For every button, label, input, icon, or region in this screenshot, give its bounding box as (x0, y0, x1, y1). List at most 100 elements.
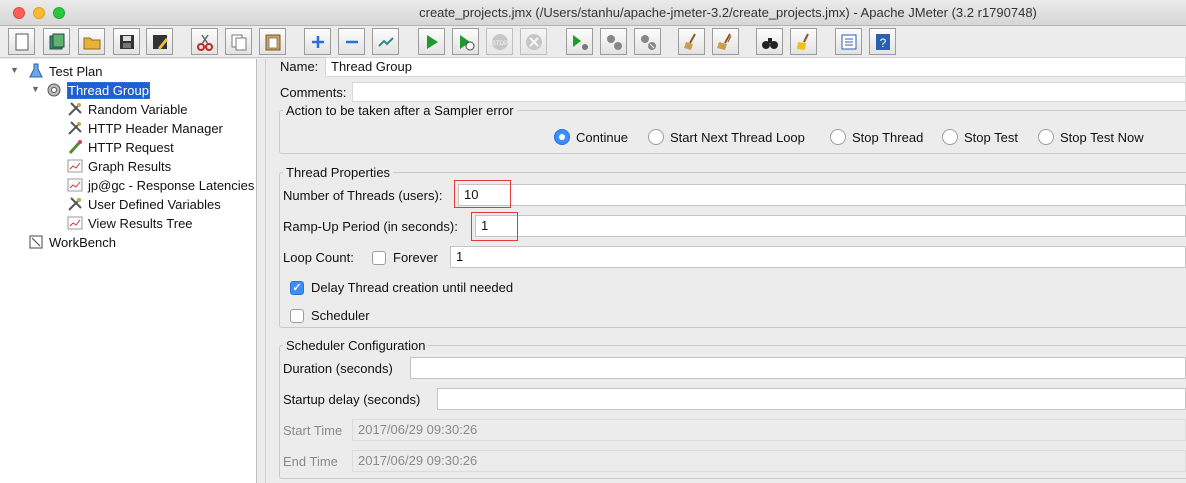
radio-label: Start Next Thread Loop (670, 129, 805, 145)
end-time-label: End Time (283, 454, 338, 469)
radio-stop-test-now[interactable]: Stop Test Now (1038, 129, 1144, 145)
play-no-timers-icon[interactable] (452, 28, 479, 55)
remote-start-icon[interactable] (566, 28, 593, 55)
checkbox-box (290, 308, 304, 323)
threads-input[interactable]: 10 (458, 184, 1186, 206)
play-icon[interactable] (418, 28, 445, 55)
save-icon[interactable] (113, 28, 140, 55)
function-list-icon[interactable] (835, 28, 862, 55)
checkmark-icon: ✓ (290, 280, 304, 295)
thread-properties-title: Thread Properties (283, 165, 394, 180)
radio-stop-thread[interactable]: Stop Thread (830, 129, 923, 145)
radio-label: Stop Thread (852, 129, 924, 145)
tree-node-label: HTTP Request (88, 139, 174, 155)
comments-label: Comments: (280, 85, 347, 100)
expand-thread-group-toggle[interactable]: ▼ (31, 84, 41, 94)
tree-node-random-variable[interactable]: Random Variable (66, 100, 187, 118)
loop-count-label: Loop Count: (283, 250, 354, 265)
test-plan-tree: ▼ Test Plan ▼ Thread Group Random Variab… (0, 59, 257, 483)
title-bar: create_projects.jmx (/Users/stanhu/apach… (0, 0, 1186, 26)
radio-start-next-thread-loop[interactable]: Start Next Thread Loop (648, 129, 805, 145)
binoculars-icon[interactable] (756, 28, 783, 55)
minus-icon[interactable] (338, 28, 365, 55)
radio-stop-test[interactable]: Stop Test (942, 129, 1018, 145)
wrench-icon (66, 120, 84, 136)
tree-node-label: View Results Tree (88, 215, 193, 231)
plus-icon[interactable] (304, 28, 331, 55)
radio-label: Stop Test Now (1060, 129, 1144, 145)
tree-node-http-header-manager[interactable]: HTTP Header Manager (66, 119, 223, 137)
templates-icon[interactable] (43, 28, 70, 55)
tree-node-view-results-tree[interactable]: View Results Tree (66, 214, 193, 232)
paste-icon[interactable] (259, 28, 286, 55)
radio-continue[interactable]: Continue (554, 129, 628, 145)
graph-icon (66, 215, 84, 231)
loop-count-input[interactable]: 1 (450, 246, 1186, 268)
highlight-rampup-box (471, 212, 518, 241)
delay-thread-creation-checkbox[interactable]: ✓ Delay Thread creation until needed (290, 280, 513, 295)
main-toolbar: STOP ? (0, 26, 1186, 58)
end-time-input[interactable]: 2017/06/29 09:30:26 (352, 450, 1186, 472)
name-input[interactable]: Thread Group (325, 57, 1186, 77)
tree-node-label: User Defined Variables (88, 196, 221, 212)
checkbox-box (372, 250, 386, 265)
radio-indicator (942, 129, 958, 145)
tree-node-user-defined-variables[interactable]: User Defined Variables (66, 195, 221, 213)
rampup-label: Ramp-Up Period (in seconds): (283, 219, 458, 234)
comments-input[interactable] (352, 82, 1186, 102)
tree-node-label: jp@gc - Response Latencies (88, 177, 255, 193)
window-title: create_projects.jmx (/Users/stanhu/apach… (419, 5, 1037, 20)
wrench-icon (66, 196, 84, 212)
new-document-icon[interactable] (8, 28, 35, 55)
startup-delay-label: Startup delay (seconds) (283, 392, 421, 407)
save-as-icon[interactable] (146, 28, 173, 55)
flask-icon (27, 63, 45, 79)
shutdown-icon[interactable] (520, 28, 547, 55)
remote-stop-icon[interactable] (600, 28, 627, 55)
duration-label: Duration (seconds) (283, 361, 393, 376)
tree-node-thread-group[interactable]: Thread Group (45, 81, 150, 99)
panel-divider (265, 59, 266, 483)
radio-label: Stop Test (964, 129, 1018, 145)
duration-input[interactable] (410, 357, 1186, 379)
copy-icon[interactable] (225, 28, 252, 55)
forever-checkbox[interactable]: Forever (372, 250, 438, 265)
tree-node-label: Test Plan (49, 63, 103, 79)
svg-text:?: ? (879, 36, 886, 50)
stop-icon[interactable]: STOP (486, 28, 513, 55)
gear-icon (45, 82, 63, 98)
tree-node-graph-results[interactable]: Graph Results (66, 157, 171, 175)
wrench-icon (66, 101, 84, 117)
radio-indicator (648, 129, 664, 145)
sampler-error-title: Action to be taken after a Sampler error (283, 103, 517, 118)
remote-shutdown-icon[interactable] (634, 28, 661, 55)
scheduler-checkbox[interactable]: Scheduler (290, 308, 370, 323)
expand-test-plan-toggle[interactable]: ▼ (10, 65, 20, 75)
rampup-input[interactable]: 1 (475, 215, 1186, 237)
toggle-icon[interactable] (372, 28, 399, 55)
tree-node-http-request[interactable]: HTTP Request (66, 138, 174, 156)
checkbox-label: Forever (393, 250, 438, 265)
start-time-label: Start Time (283, 423, 343, 438)
radio-indicator (1038, 129, 1054, 145)
help-icon[interactable]: ? (869, 28, 896, 55)
scissors-icon[interactable] (191, 28, 218, 55)
radio-selected-indicator (554, 129, 570, 145)
workbench-icon (27, 234, 45, 250)
graph-icon (66, 177, 84, 193)
svg-text:STOP: STOP (491, 41, 507, 47)
folder-open-icon[interactable] (78, 28, 105, 55)
tree-node-label: Thread Group (67, 81, 150, 99)
broom-clear-icon[interactable] (678, 28, 705, 55)
threads-label: Number of Threads (users): (283, 188, 443, 203)
sampler-pipette-icon (66, 139, 84, 155)
graph-icon (66, 158, 84, 174)
start-time-input[interactable]: 2017/06/29 09:30:26 (352, 419, 1186, 441)
broom-clear-all-icon[interactable] (712, 28, 739, 55)
startup-delay-input[interactable] (437, 388, 1186, 410)
tree-node-test-plan[interactable]: Test Plan (27, 62, 102, 80)
checkbox-label: Delay Thread creation until needed (311, 280, 514, 295)
tree-node-workbench[interactable]: WorkBench (27, 233, 116, 251)
reset-search-broom-icon[interactable] (790, 28, 817, 55)
tree-node-response-latencies[interactable]: jp@gc - Response Latencies (66, 176, 254, 194)
